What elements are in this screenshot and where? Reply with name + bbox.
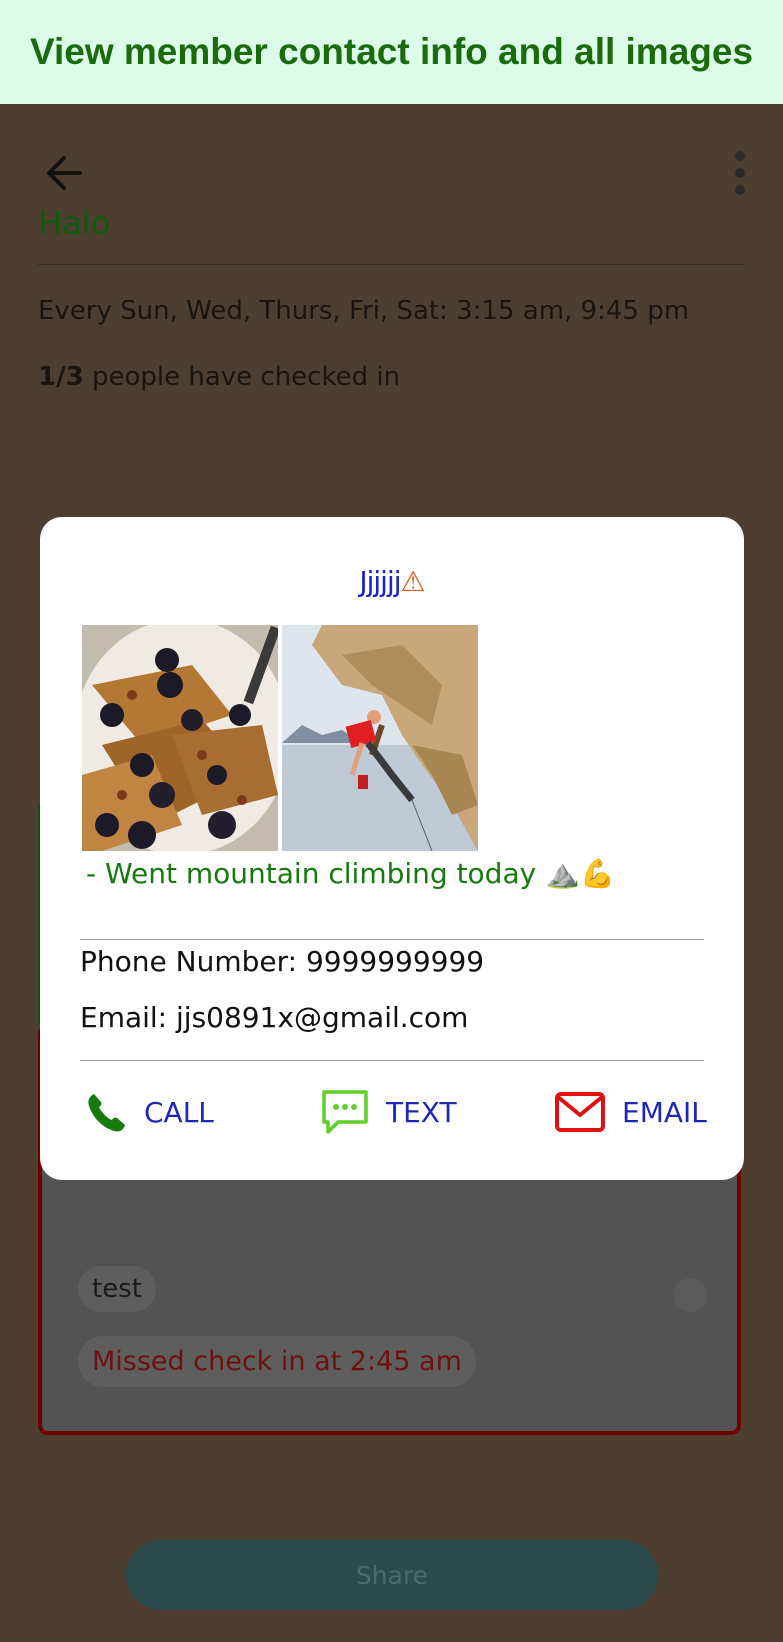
checkin-status: 1/3 people have checked in bbox=[38, 362, 400, 392]
climbing-image bbox=[282, 625, 478, 851]
member-name-text: Jjjjjj bbox=[359, 565, 401, 598]
back-button[interactable] bbox=[38, 146, 92, 200]
phone-icon bbox=[88, 1094, 125, 1132]
divider bbox=[38, 264, 745, 265]
more-vert-icon bbox=[735, 151, 745, 195]
member-photo-climbing[interactable] bbox=[282, 625, 478, 851]
member-contact-dialog: Jjjjjj⚠ - Went mountain climbing today ⛰… bbox=[40, 517, 744, 1180]
call-button[interactable]: CALL bbox=[84, 1085, 214, 1139]
group-title: Halo bbox=[38, 204, 111, 242]
email-address: Email: jjs0891x@gmail.com bbox=[80, 1001, 469, 1034]
instruction-banner: View member contact info and all images bbox=[0, 0, 783, 104]
checkin-suffix: people have checked in bbox=[83, 362, 401, 392]
arrow-left-icon bbox=[47, 156, 82, 190]
member-display-name: Jjjjjj⚠ bbox=[40, 565, 744, 598]
banner-text: View member contact info and all images bbox=[29, 31, 754, 72]
member-status-dot bbox=[673, 1278, 707, 1312]
member-name: test bbox=[78, 1266, 156, 1312]
checkin-count: 1/3 bbox=[38, 362, 84, 392]
more-options-button[interactable] bbox=[718, 148, 762, 198]
chat-bubble-icon bbox=[322, 1090, 368, 1134]
divider bbox=[80, 939, 704, 940]
email-label: EMAIL bbox=[622, 1095, 707, 1129]
warning-emoji: ⚠ bbox=[400, 565, 426, 598]
email-button[interactable]: EMAIL bbox=[554, 1085, 707, 1139]
divider bbox=[80, 1060, 704, 1061]
mail-icon bbox=[555, 1092, 605, 1132]
missed-checkin-badge: Missed check in at 2:45 am bbox=[78, 1336, 476, 1387]
text-button[interactable]: TEXT bbox=[320, 1085, 457, 1139]
share-button[interactable]: Share bbox=[126, 1540, 658, 1610]
text-label: TEXT bbox=[386, 1095, 457, 1129]
food-image bbox=[82, 625, 278, 851]
member-photo-food[interactable] bbox=[82, 625, 278, 851]
phone-number: Phone Number: 9999999999 bbox=[80, 945, 485, 978]
call-label: CALL bbox=[144, 1095, 214, 1129]
post-caption: - Went mountain climbing today ⛰️💪 bbox=[86, 857, 615, 890]
schedule-text: Every Sun, Wed, Thurs, Fri, Sat: 3:15 am… bbox=[38, 296, 690, 326]
